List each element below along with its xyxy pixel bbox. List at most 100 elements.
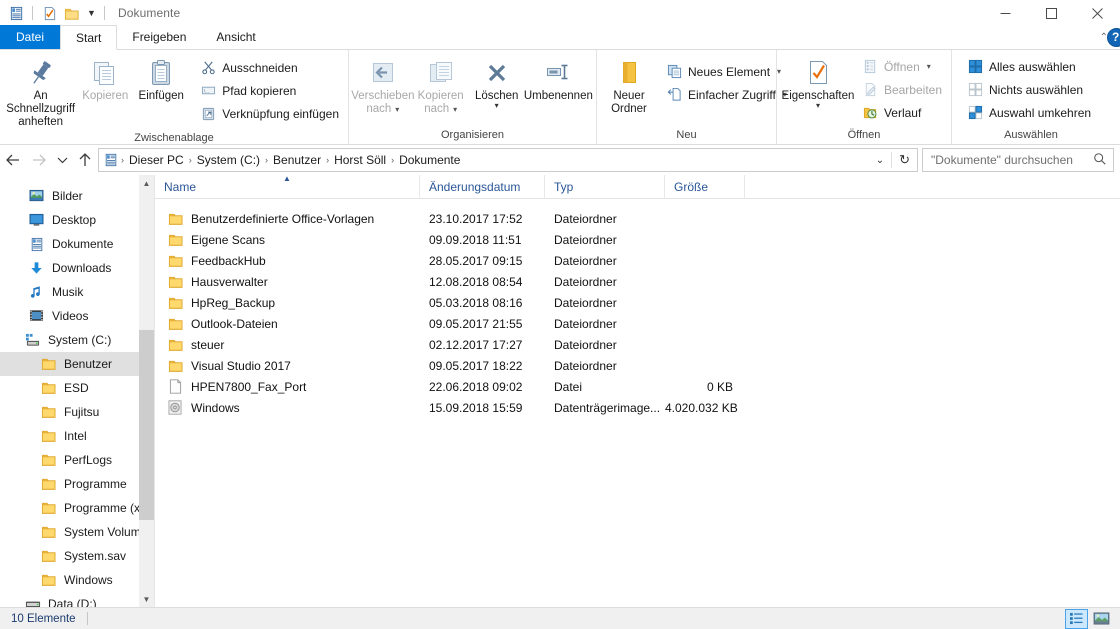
breadcrumb-bar[interactable]: › Dieser PC › System (C:) › Benutzer › H…	[98, 148, 918, 172]
chevron-down-icon[interactable]: ▾	[395, 103, 399, 116]
sidebar-item-videos[interactable]: Videos	[0, 304, 139, 328]
copy-to-button[interactable]: Kopieren nach ▾	[413, 54, 469, 118]
rename-button[interactable]: Umbenennen	[524, 54, 593, 105]
column-header-name[interactable]: ▲ Name	[155, 175, 420, 199]
table-row[interactable]: HPEN7800_Fax_Port 22.06.2018 09:02 Datei…	[155, 376, 1120, 397]
file-name-cell[interactable]: Visual Studio 2017	[155, 358, 420, 374]
search-box[interactable]	[922, 148, 1114, 172]
sidebar-item-benutzer[interactable]: Benutzer	[0, 352, 139, 376]
table-row[interactable]: Eigene Scans 09.09.2018 11:51 Dateiordne…	[155, 229, 1120, 250]
easy-access-button[interactable]: Einfacher Zugriff ▾	[661, 83, 792, 106]
large-icons-view-button[interactable]	[1090, 609, 1113, 629]
search-icon[interactable]	[1093, 152, 1107, 169]
table-row[interactable]: steuer 02.12.2017 17:27 Dateiordner	[155, 334, 1120, 355]
table-row[interactable]: FeedbackHub 28.05.2017 09:15 Dateiordner	[155, 250, 1120, 271]
help-button[interactable]	[1107, 28, 1120, 47]
table-row[interactable]: Benutzerdefinierte Office-Vorlagen 23.10…	[155, 208, 1120, 229]
sidebar-item-musik[interactable]: Musik	[0, 280, 139, 304]
pin-to-quick-access-button[interactable]: An Schnellzugriff anheften	[4, 54, 77, 131]
sidebar-item-esd[interactable]: ESD	[0, 376, 139, 400]
paste-shortcut-button[interactable]: Verknüpfung einfügen	[195, 102, 344, 125]
forward-button[interactable]	[26, 147, 52, 173]
refresh-icon[interactable]: ↻	[891, 152, 917, 168]
delete-button[interactable]: Löschen ▾	[469, 54, 525, 111]
breadcrumb-item-system-c[interactable]: System (C:)	[193, 153, 264, 167]
file-name-cell[interactable]: FeedbackHub	[155, 253, 420, 269]
tab-start[interactable]: Start	[60, 25, 118, 50]
maximize-button[interactable]	[1028, 0, 1074, 26]
new-folder-icon[interactable]	[62, 3, 82, 23]
chevron-down-icon[interactable]: ⌄	[869, 155, 891, 166]
tab-freigeben[interactable]: Freigeben	[117, 25, 201, 49]
column-header-size[interactable]: Größe	[665, 175, 745, 199]
sidebar-item-system-sav[interactable]: System.sav	[0, 544, 139, 568]
documents-icon[interactable]	[6, 3, 26, 23]
scrollbar-thumb[interactable]	[139, 330, 154, 520]
sidebar-item-system-volume-information[interactable]: System Volume Information	[0, 520, 154, 544]
sidebar-item-dokumente[interactable]: Dokumente	[0, 232, 139, 256]
file-name-cell[interactable]: Benutzerdefinierte Office-Vorlagen	[155, 211, 420, 227]
details-view-button[interactable]	[1065, 608, 1088, 629]
file-name-cell[interactable]: Eigene Scans	[155, 232, 420, 248]
edit-button[interactable]: Bearbeiten	[857, 78, 947, 101]
file-name-cell[interactable]: Windows	[155, 400, 420, 416]
table-row[interactable]: HpReg_Backup 05.03.2018 08:16 Dateiordne…	[155, 292, 1120, 313]
breadcrumb-item-benutzer[interactable]: Benutzer	[269, 153, 325, 167]
column-header-type[interactable]: Typ	[545, 175, 665, 199]
table-row[interactable]: Outlook-Dateien 09.05.2017 21:55 Dateior…	[155, 313, 1120, 334]
open-button[interactable]: Öffnen ▾	[857, 55, 947, 78]
breadcrumb-item-horst-soell[interactable]: Horst Söll	[330, 153, 390, 167]
new-folder-button[interactable]: Neuer Ordner	[601, 54, 657, 118]
close-button[interactable]	[1074, 0, 1120, 26]
sidebar-item-fujitsu[interactable]: Fujitsu	[0, 400, 139, 424]
file-name-cell[interactable]: Hausverwalter	[155, 274, 420, 290]
sidebar-item-programme[interactable]: Programme	[0, 472, 139, 496]
sidebar-item-desktop[interactable]: Desktop	[0, 208, 139, 232]
file-name-cell[interactable]: HPEN7800_Fax_Port	[155, 379, 420, 395]
sidebar-item-data-d[interactable]: Data (D:)	[0, 592, 139, 607]
cut-button[interactable]: Ausschneiden	[195, 56, 344, 79]
chevron-down-icon[interactable]: ▾	[495, 102, 499, 110]
minimize-button[interactable]	[982, 0, 1028, 26]
table-row[interactable]: Hausverwalter 12.08.2018 08:54 Dateiordn…	[155, 271, 1120, 292]
select-all-button[interactable]: Alles auswählen	[962, 55, 1096, 78]
paste-button[interactable]: Einfügen	[133, 54, 189, 105]
file-name-cell[interactable]: HpReg_Backup	[155, 295, 420, 311]
file-name-cell[interactable]: steuer	[155, 337, 420, 353]
copy-path-button[interactable]: \... Pfad kopieren	[195, 79, 344, 102]
navigation-scrollbar[interactable]: ▲ ▼	[139, 175, 154, 607]
table-row[interactable]: Windows 15.09.2018 15:59 Datenträgerimag…	[155, 397, 1120, 418]
sidebar-item-bilder[interactable]: Bilder	[0, 184, 139, 208]
move-to-button[interactable]: Verschieben nach ▾	[351, 54, 415, 118]
properties-button[interactable]: Eigenschaften ▾	[781, 54, 855, 111]
copy-button[interactable]: Kopieren	[77, 54, 133, 105]
sidebar-item-windows[interactable]: Windows	[0, 568, 139, 592]
up-button[interactable]	[72, 147, 98, 173]
column-header-modified[interactable]: Änderungsdatum	[420, 175, 545, 199]
scroll-down-button[interactable]: ▼	[139, 591, 154, 607]
sidebar-item-programme-x86[interactable]: Programme (x86)	[0, 496, 154, 520]
new-item-button[interactable]: Neues Element ▾	[661, 60, 792, 83]
history-button[interactable]: Verlauf	[857, 101, 947, 124]
chevron-down-icon[interactable]: ▾	[927, 62, 931, 71]
tab-ansicht[interactable]: Ansicht	[201, 25, 270, 49]
breadcrumb-item-dieser-pc[interactable]: Dieser PC	[125, 153, 188, 167]
properties-check-icon[interactable]	[39, 3, 59, 23]
back-button[interactable]	[0, 147, 26, 173]
table-row[interactable]: Visual Studio 2017 09.05.2017 18:22 Date…	[155, 355, 1120, 376]
sidebar-item-downloads[interactable]: Downloads	[0, 256, 139, 280]
chevron-down-icon[interactable]: ▾	[453, 103, 457, 116]
sidebar-item-system-c[interactable]: System (C:)	[0, 328, 139, 352]
file-name-cell[interactable]: Outlook-Dateien	[155, 316, 420, 332]
breadcrumb-item-dokumente[interactable]: Dokumente	[395, 153, 464, 167]
search-input[interactable]	[929, 152, 1093, 168]
invert-selection-button[interactable]: Auswahl umkehren	[962, 101, 1096, 124]
sidebar-item-intel[interactable]: Intel	[0, 424, 139, 448]
recent-locations-button[interactable]	[52, 147, 72, 173]
scroll-up-button[interactable]: ▲	[139, 175, 154, 191]
tab-datei[interactable]: Datei	[0, 25, 61, 49]
select-none-button[interactable]: Nichts auswählen	[962, 78, 1096, 101]
sidebar-item-perflogs[interactable]: PerfLogs	[0, 448, 139, 472]
chevron-down-icon[interactable]: ▾	[816, 102, 820, 110]
qat-dropdown-caret[interactable]: ▼	[85, 8, 98, 18]
